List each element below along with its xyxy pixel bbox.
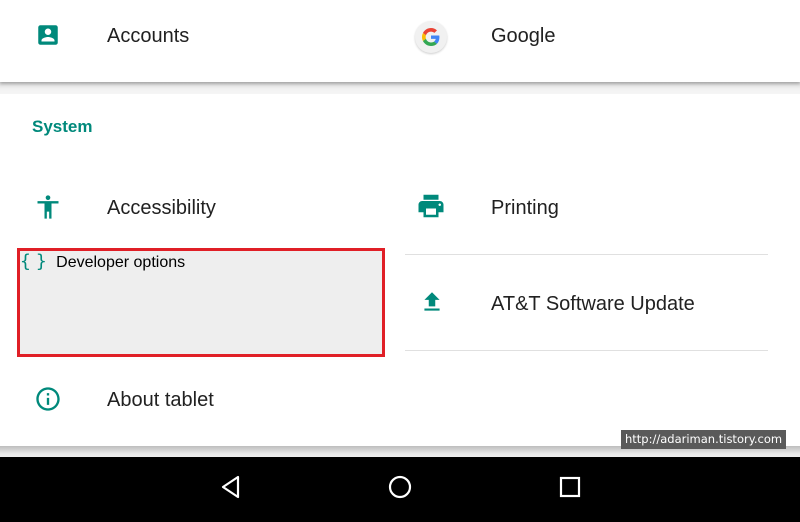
watermark-text: http://adariman.tistory.com (621, 430, 787, 449)
accounts-item[interactable]: Accounts (0, 0, 395, 76)
navigation-bar (0, 457, 800, 522)
google-item[interactable]: Google (405, 0, 800, 76)
accessibility-item[interactable]: Accessibility (0, 160, 395, 252)
about-tablet-label: About tablet (107, 389, 214, 411)
google-g-icon (415, 21, 447, 53)
developer-options-item[interactable]: {} Developer options (17, 248, 385, 357)
upload-icon (417, 287, 447, 317)
accessibility-icon (33, 192, 63, 222)
att-software-update-label: AT&T Software Update (491, 293, 695, 315)
account-box-icon (33, 20, 63, 50)
home-icon (387, 474, 413, 505)
accounts-label: Accounts (107, 25, 190, 47)
back-button[interactable] (211, 469, 251, 509)
home-button[interactable] (380, 469, 420, 509)
section-title-system: System (32, 117, 93, 136)
printing-item[interactable]: Printing (405, 160, 800, 252)
row-divider (405, 350, 768, 351)
back-icon (218, 474, 244, 505)
developer-options-label: Developer options (56, 254, 186, 271)
printer-icon (416, 191, 446, 221)
card-separator (0, 82, 800, 94)
att-software-update-item[interactable]: AT&T Software Update (405, 256, 800, 350)
printing-label: Printing (491, 197, 559, 219)
row-divider (405, 254, 768, 255)
braces-icon: {} (20, 251, 52, 272)
info-icon (33, 384, 63, 414)
recents-button[interactable] (550, 469, 590, 509)
about-tablet-item[interactable]: About tablet (0, 354, 395, 444)
personal-settings-card: Accounts Google (0, 0, 800, 82)
recents-icon (558, 475, 582, 504)
google-label: Google (491, 25, 556, 47)
accessibility-label: Accessibility (107, 197, 216, 219)
